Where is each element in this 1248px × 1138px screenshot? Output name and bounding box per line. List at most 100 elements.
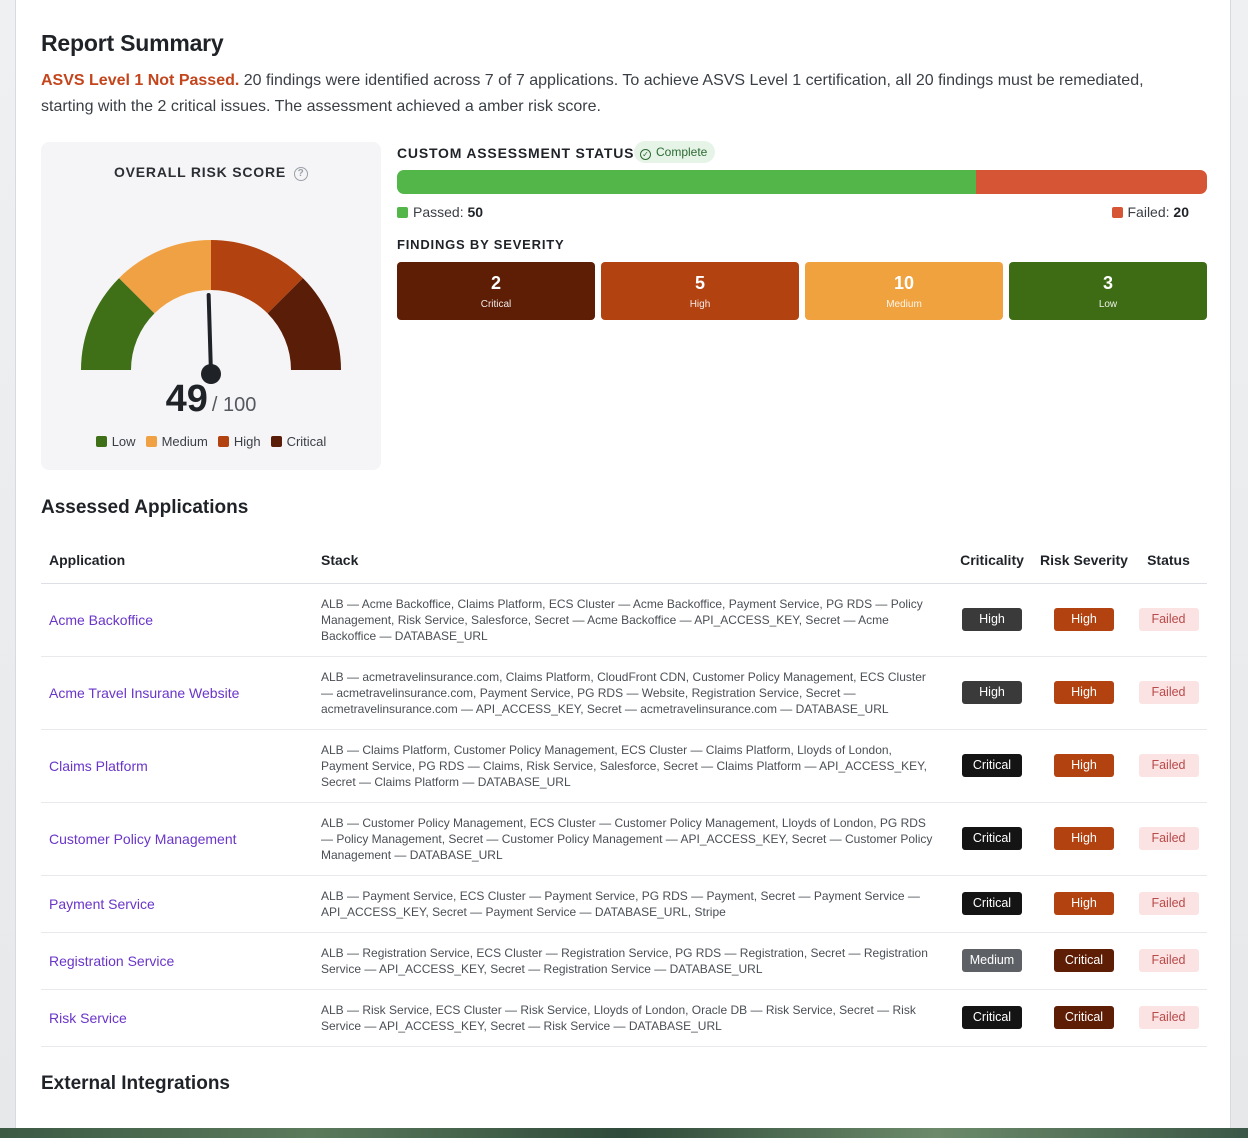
application-link[interactable]: Acme Travel Insurane Website <box>49 685 239 701</box>
column-header-criticality[interactable]: Criticality <box>946 538 1038 584</box>
stack-cell: ALB — Payment Service, ECS Cluster — Pay… <box>321 875 946 933</box>
risk-severity-badge: High <box>1054 754 1114 777</box>
column-header-stack[interactable]: Stack <box>321 538 946 584</box>
risk-score-title: OVERALL RISK SCORE? <box>41 164 381 181</box>
severity-count: 3 <box>1102 273 1113 293</box>
application-link[interactable]: Claims Platform <box>49 758 148 774</box>
stack-text: ALB — Customer Policy Management, ECS Cl… <box>321 815 933 862</box>
severity-card-high[interactable]: 5 High <box>601 262 799 320</box>
risk-gauge <box>81 240 341 384</box>
legend-item-high: High <box>217 434 261 449</box>
severity-count: 5 <box>694 273 705 293</box>
table-row[interactable]: Registration Service ALB — Registration S… <box>41 932 1207 990</box>
stack-cell: ALB — Claims Platform, Customer Policy M… <box>321 729 946 803</box>
table-row[interactable]: Claims Platform ALB — Claims Platform, Cu… <box>41 729 1207 803</box>
application-link[interactable]: Risk Service <box>49 1010 127 1026</box>
criticality-badge: Medium <box>961 949 1023 972</box>
legend-label: Critical <box>286 434 327 449</box>
page-title: Report Summary <box>41 30 224 56</box>
column-header-application[interactable]: Application <box>41 538 321 584</box>
applications-table: Application Stack Criticality Risk Sever… <box>41 538 1207 1047</box>
background-wallpaper <box>0 1128 1248 1138</box>
criticality-badge: Critical <box>962 827 1022 850</box>
severity-card-critical[interactable]: 2 Critical <box>397 262 595 320</box>
status-badge: Failed <box>1138 1006 1199 1029</box>
stack-cell: ALB — Acme Backoffice, Claims Platform, … <box>321 583 946 657</box>
application-link[interactable]: Acme Backoffice <box>49 612 153 628</box>
status-badge: Failed <box>1138 827 1199 850</box>
stack-text: ALB — Risk Service, ECS Cluster — Risk S… <box>321 1002 916 1033</box>
assessment-progress-bar <box>397 170 1207 194</box>
application-cell: Registration Service <box>41 932 321 990</box>
criticality-cell: Critical <box>946 802 1038 876</box>
stack-text: ALB — Claims Platform, Customer Policy M… <box>321 742 927 789</box>
table-row[interactable]: Customer Policy Management ALB — Customer… <box>41 802 1207 876</box>
stack-cell: ALB — acmetravelinsurance.com, Claims Pl… <box>321 656 946 730</box>
criticality-cell: Critical <box>946 875 1038 933</box>
custom-assessment-title: CUSTOM ASSESSMENT STATUS <box>397 145 635 161</box>
status-cell: Failed <box>1130 729 1207 803</box>
table-row[interactable]: Acme Travel Insurane Website ALB — acmetr… <box>41 656 1207 730</box>
risk-severity-badge: Critical <box>1054 1006 1114 1029</box>
stack-text: ALB — Acme Backoffice, Claims Platform, … <box>321 596 923 643</box>
risk-severity-cell: High <box>1038 583 1130 657</box>
risk-score-panel: OVERALL RISK SCORE? 49/ 100 Low Medium Hig… <box>41 142 381 470</box>
criticality-cell: High <box>946 583 1038 657</box>
column-header-risk-severity[interactable]: Risk Severity <box>1038 538 1130 584</box>
criticality-badge: Critical <box>962 754 1022 777</box>
legend-item-critical: Critical <box>270 434 327 449</box>
risk-severity-cell: High <box>1038 656 1130 730</box>
report-summary: ASVS Level 1 Not Passed. 20 findings wer… <box>41 68 1181 120</box>
status-badge: Failed <box>1138 608 1199 631</box>
criticality-badge: High <box>962 681 1022 704</box>
risk-score-title-text: OVERALL RISK SCORE <box>113 164 287 180</box>
passed-count: 50 <box>467 204 484 220</box>
severity-card-low[interactable]: 3 Low <box>1009 262 1207 320</box>
score-number: 49 <box>165 378 208 420</box>
external-integrations-title: External Integrations <box>41 1073 230 1094</box>
report-card: Report Summary ASVS Level 1 Not Passed. … <box>15 0 1231 1138</box>
passed-label: Passed: 50 <box>397 204 483 220</box>
status-badge: Failed <box>1138 949 1199 972</box>
severity-card-medium[interactable]: 10 Medium <box>805 262 1003 320</box>
column-header-status[interactable]: Status <box>1130 538 1207 584</box>
application-link[interactable]: Payment Service <box>49 896 155 912</box>
criticality-cell: Critical <box>946 729 1038 803</box>
application-link[interactable]: Registration Service <box>49 953 174 969</box>
criticality-cell: Medium <box>946 932 1038 990</box>
table-row[interactable]: Acme Backoffice ALB — Acme Backoffice, Cl… <box>41 583 1207 657</box>
application-cell: Customer Policy Management <box>41 802 321 876</box>
table-row[interactable]: Payment Service ALB — Payment Service, EC… <box>41 875 1207 933</box>
risk-severity-badge: High <box>1054 892 1114 915</box>
application-link[interactable]: Customer Policy Management <box>49 831 237 847</box>
table-row[interactable]: Risk Service ALB — Risk Service, ECS Clus… <box>41 989 1207 1047</box>
passed-label-text: Passed: <box>413 204 468 220</box>
check-circle-icon: ✓ <box>640 149 651 160</box>
criticality-cell: High <box>946 656 1038 730</box>
status-badge: Failed <box>1138 681 1199 704</box>
legend-swatch <box>145 436 157 447</box>
severity-count: 2 <box>490 273 501 293</box>
severity-cards: 2 Critical 5 High 10 Medium 3 Low <box>397 262 1207 320</box>
application-cell: Claims Platform <box>41 729 321 803</box>
risk-severity-badge: Critical <box>1054 949 1114 972</box>
gauge-needle <box>206 293 213 376</box>
findings-by-severity-title: FINDINGS BY SEVERITY <box>397 237 565 252</box>
asvs-status-text: ASVS Level 1 Not Passed. <box>41 72 240 89</box>
help-icon[interactable]: ? <box>294 167 309 181</box>
severity-label: Low <box>1098 299 1118 310</box>
risk-severity-cell: High <box>1038 729 1130 803</box>
criticality-badge: Critical <box>962 892 1022 915</box>
criticality-badge: High <box>962 608 1022 631</box>
risk-severity-cell: High <box>1038 802 1130 876</box>
criticality-badge: Critical <box>962 1006 1022 1029</box>
stack-cell: ALB — Risk Service, ECS Cluster — Risk S… <box>321 989 946 1047</box>
application-cell: Acme Travel Insurane Website <box>41 656 321 730</box>
risk-score-value: 49/ 100 <box>41 378 381 421</box>
criticality-cell: Critical <box>946 989 1038 1047</box>
risk-severity-cell: Critical <box>1038 932 1130 990</box>
risk-severity-badge: High <box>1054 827 1114 850</box>
stack-text: ALB — acmetravelinsurance.com, Claims Pl… <box>321 669 926 716</box>
stack-cell: ALB — Customer Policy Management, ECS Cl… <box>321 802 946 876</box>
application-cell: Acme Backoffice <box>41 583 321 657</box>
